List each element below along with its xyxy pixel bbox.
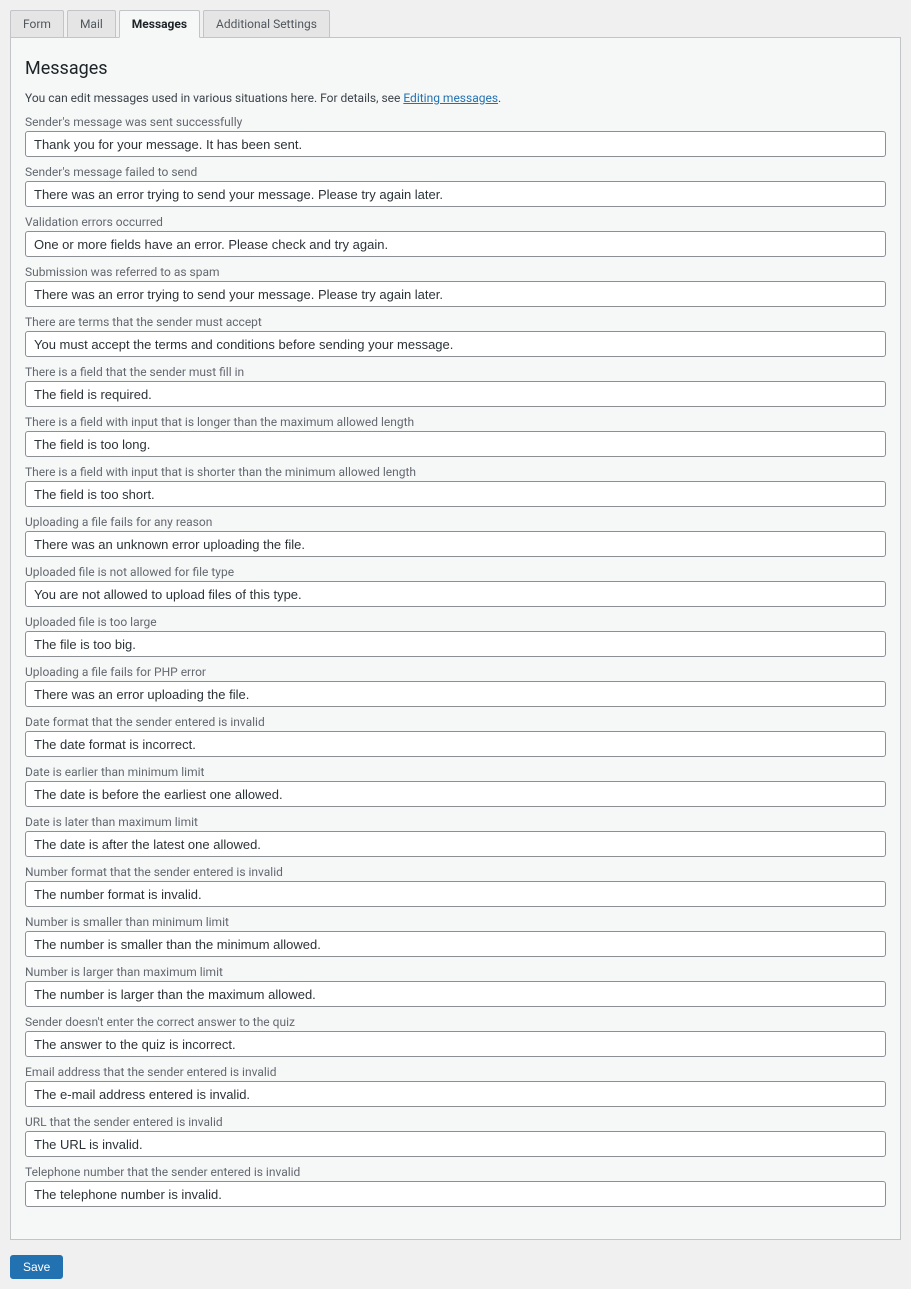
message-field-label: Uploaded file is not allowed for file ty… <box>25 565 886 579</box>
message-field-input[interactable] <box>25 231 886 257</box>
panel-description: You can edit messages used in various si… <box>25 91 886 105</box>
panel-title: Messages <box>25 58 886 79</box>
message-field-group: Validation errors occurred <box>25 215 886 257</box>
message-field-group: Email address that the sender entered is… <box>25 1065 886 1107</box>
message-field-group: Telephone number that the sender entered… <box>25 1165 886 1207</box>
tab-additional-settings[interactable]: Additional Settings <box>203 10 330 38</box>
message-field-label: Uploading a file fails for any reason <box>25 515 886 529</box>
message-field-label: There is a field with input that is shor… <box>25 465 886 479</box>
message-field-group: Uploaded file is too large <box>25 615 886 657</box>
message-field-input[interactable] <box>25 631 886 657</box>
panel-desc-suffix: . <box>498 91 501 105</box>
message-field-label: Number is larger than maximum limit <box>25 965 886 979</box>
message-field-input[interactable] <box>25 331 886 357</box>
message-field-input[interactable] <box>25 681 886 707</box>
message-field-label: Date is later than maximum limit <box>25 815 886 829</box>
message-field-group: There is a field with input that is long… <box>25 415 886 457</box>
message-field-label: Email address that the sender entered is… <box>25 1065 886 1079</box>
message-field-input[interactable] <box>25 1031 886 1057</box>
message-field-input[interactable] <box>25 481 886 507</box>
message-field-input[interactable] <box>25 831 886 857</box>
message-field-group: Uploaded file is not allowed for file ty… <box>25 565 886 607</box>
tab-form[interactable]: Form <box>10 10 64 38</box>
message-field-input[interactable] <box>25 781 886 807</box>
message-field-group: Uploading a file fails for PHP error <box>25 665 886 707</box>
message-field-label: There are terms that the sender must acc… <box>25 315 886 329</box>
message-field-group: URL that the sender entered is invalid <box>25 1115 886 1157</box>
message-field-group: There is a field with input that is shor… <box>25 465 886 507</box>
message-field-input[interactable] <box>25 1081 886 1107</box>
message-field-label: Sender doesn't enter the correct answer … <box>25 1015 886 1029</box>
message-field-group: Sender's message failed to send <box>25 165 886 207</box>
message-field-label: Telephone number that the sender entered… <box>25 1165 886 1179</box>
message-field-input[interactable] <box>25 1181 886 1207</box>
message-field-label: Date is earlier than minimum limit <box>25 765 886 779</box>
message-field-label: There is a field with input that is long… <box>25 415 886 429</box>
message-field-label: Number format that the sender entered is… <box>25 865 886 879</box>
message-field-group: Number is larger than maximum limit <box>25 965 886 1007</box>
fields-container: Sender's message was sent successfully Se… <box>25 115 886 1207</box>
message-field-label: Uploaded file is too large <box>25 615 886 629</box>
tabs-nav: Form Mail Messages Additional Settings <box>10 10 901 38</box>
message-field-input[interactable] <box>25 281 886 307</box>
message-field-label: Sender's message failed to send <box>25 165 886 179</box>
message-field-input[interactable] <box>25 731 886 757</box>
message-field-group: Number format that the sender entered is… <box>25 865 886 907</box>
panel-desc-text: You can edit messages used in various si… <box>25 91 403 105</box>
message-field-input[interactable] <box>25 431 886 457</box>
message-field-label: Sender's message was sent successfully <box>25 115 886 129</box>
message-field-input[interactable] <box>25 581 886 607</box>
message-field-group: Submission was referred to as spam <box>25 265 886 307</box>
messages-panel: Messages You can edit messages used in v… <box>10 37 901 1240</box>
message-field-label: Submission was referred to as spam <box>25 265 886 279</box>
editing-messages-link[interactable]: Editing messages <box>403 91 498 105</box>
message-field-group: Date format that the sender entered is i… <box>25 715 886 757</box>
tab-mail[interactable]: Mail <box>67 10 116 38</box>
message-field-label: URL that the sender entered is invalid <box>25 1115 886 1129</box>
message-field-group: There are terms that the sender must acc… <box>25 315 886 357</box>
message-field-group: Sender doesn't enter the correct answer … <box>25 1015 886 1057</box>
message-field-group: Date is earlier than minimum limit <box>25 765 886 807</box>
message-field-input[interactable] <box>25 181 886 207</box>
message-field-label: Date format that the sender entered is i… <box>25 715 886 729</box>
message-field-input[interactable] <box>25 981 886 1007</box>
message-field-input[interactable] <box>25 381 886 407</box>
message-field-label: Validation errors occurred <box>25 215 886 229</box>
tab-messages[interactable]: Messages <box>119 10 200 38</box>
message-field-label: Number is smaller than minimum limit <box>25 915 886 929</box>
message-field-input[interactable] <box>25 1131 886 1157</box>
message-field-group: Number is smaller than minimum limit <box>25 915 886 957</box>
message-field-input[interactable] <box>25 881 886 907</box>
save-wrap: Save <box>10 1255 901 1279</box>
message-field-input[interactable] <box>25 931 886 957</box>
message-field-group: Uploading a file fails for any reason <box>25 515 886 557</box>
message-field-label: Uploading a file fails for PHP error <box>25 665 886 679</box>
message-field-group: Sender's message was sent successfully <box>25 115 886 157</box>
message-field-group: There is a field that the sender must fi… <box>25 365 886 407</box>
message-field-group: Date is later than maximum limit <box>25 815 886 857</box>
message-field-input[interactable] <box>25 531 886 557</box>
save-button[interactable]: Save <box>10 1255 63 1279</box>
message-field-label: There is a field that the sender must fi… <box>25 365 886 379</box>
message-field-input[interactable] <box>25 131 886 157</box>
